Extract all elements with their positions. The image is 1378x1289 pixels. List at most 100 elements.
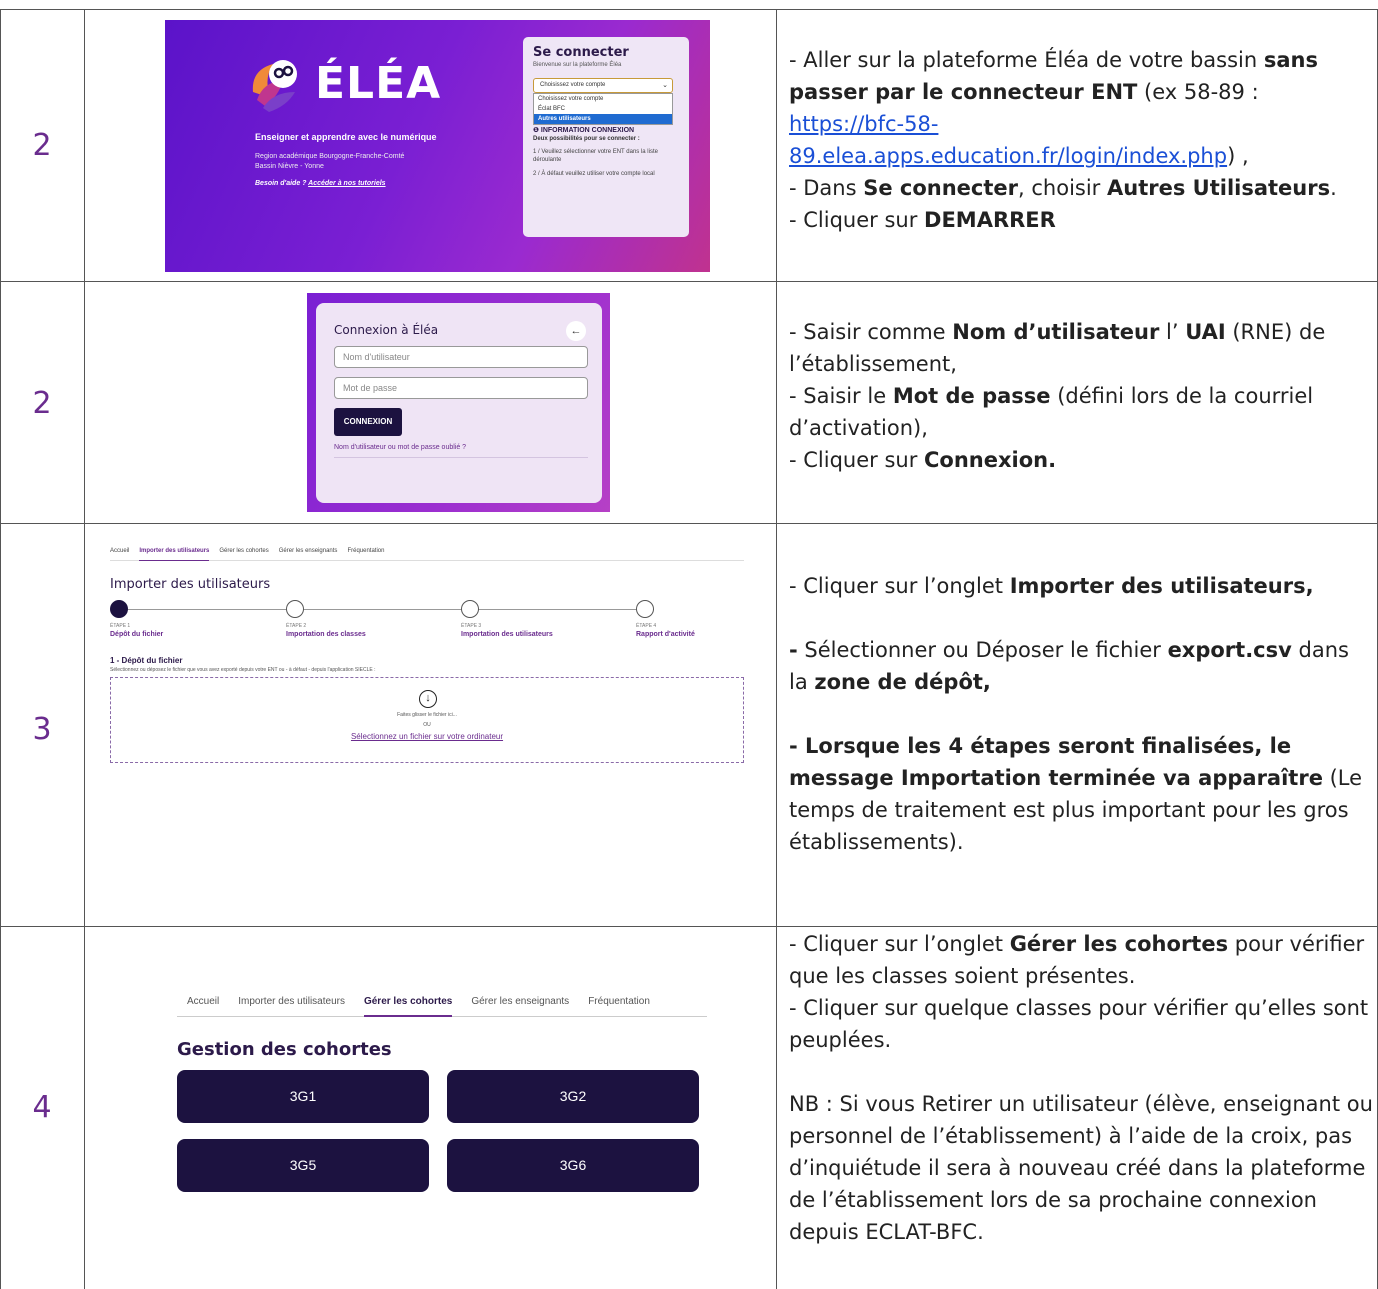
help-prefix: Besoin d'aide ? bbox=[255, 180, 309, 187]
tab-bar: Accueil Importer des utilisateurs Gérer … bbox=[110, 548, 744, 561]
divider bbox=[334, 457, 588, 458]
elea-url-link[interactable]: https://bfc-58-89.elea.apps.education.fr… bbox=[789, 112, 1227, 168]
info-line: 1 / Veuillez sélectionner votre ENT dans… bbox=[533, 149, 658, 163]
step-number: 2 bbox=[32, 128, 52, 163]
chevron-down-icon: ⌄ bbox=[662, 82, 668, 89]
instructions-row-3: - Cliquer sur l’onglet Importer des util… bbox=[789, 570, 1374, 858]
region-line: Region académique Bourgogne-Franche-Comt… bbox=[255, 153, 405, 160]
bold-text: Importer des utilisateurs, bbox=[1009, 574, 1314, 598]
column-divider bbox=[84, 9, 85, 1289]
step-number: 4 bbox=[32, 1090, 52, 1125]
step-node bbox=[461, 600, 479, 618]
bold-text: - Lorsque les 4 étapes seront finalisées… bbox=[789, 734, 1323, 790]
dropdown-option[interactable]: Éclat BFC bbox=[534, 104, 672, 114]
info-subtitle: Deux possibilités pour se connecter : bbox=[533, 136, 640, 142]
text: Sélectionner ou Déposer le fichier bbox=[797, 638, 1168, 662]
basin-line: Bassin Nièvre - Yonne bbox=[255, 163, 324, 170]
connexion-screenshot: Connexion à Éléa ← Nom d'utilisateur Mot… bbox=[307, 293, 610, 512]
cohort-button[interactable]: 3G2 bbox=[447, 1070, 699, 1123]
tab-importer[interactable]: Importer des utilisateurs bbox=[139, 548, 210, 561]
text: - Aller sur la plateforme Éléa de votre … bbox=[789, 48, 1264, 72]
cohort-button[interactable]: 3G1 bbox=[177, 1070, 429, 1123]
text: , choisir bbox=[1018, 176, 1107, 200]
text: - Cliquer sur l’onglet bbox=[789, 932, 1010, 956]
tab-cohortes[interactable]: Gérer les cohortes bbox=[363, 996, 453, 1017]
table-border-top bbox=[0, 9, 1378, 10]
tab-importer[interactable]: Importer des utilisateurs bbox=[238, 996, 345, 1007]
instruction-line: - Cliquer sur Connexion. bbox=[789, 444, 1374, 476]
instruction-line: - Sélectionner ou Déposer le fichier exp… bbox=[789, 634, 1374, 698]
text: - Saisir le bbox=[789, 384, 893, 408]
help-text: Besoin d'aide ? Accéder à nos tutoriels bbox=[255, 180, 386, 187]
import-users-screenshot: Accueil Importer des utilisateurs Gérer … bbox=[110, 548, 744, 798]
account-select-value: Choisissez votre compte bbox=[540, 82, 606, 88]
bold-text: Autres Utilisateurs bbox=[1107, 176, 1331, 200]
forgot-password-link[interactable]: Nom d'utilisateur ou mot de passe oublié… bbox=[334, 444, 584, 451]
elea-logo-text: ÉLÉA bbox=[315, 58, 442, 109]
instructions-row-2: - Saisir comme Nom d’utilisateur l’ UAI … bbox=[789, 316, 1374, 476]
login-card: Se connecter Bienvenue sur la plateforme… bbox=[523, 37, 689, 237]
username-field[interactable]: Nom d'utilisateur bbox=[334, 346, 588, 368]
instructions-row-4: - Cliquer sur l’onglet Gérer les cohorte… bbox=[789, 928, 1374, 1248]
or-text: OU bbox=[423, 722, 431, 728]
bold-text: Se connecter bbox=[863, 176, 1019, 200]
bold-text: Mot de passe bbox=[892, 384, 1051, 408]
account-dropdown: Choisissez votre compte Éclat BFC Autres… bbox=[533, 93, 673, 125]
instruction-line: - Cliquer sur DEMARRER bbox=[789, 204, 1374, 236]
step-name: Importation des utilisateurs bbox=[461, 631, 553, 638]
tab-accueil[interactable]: Accueil bbox=[187, 996, 219, 1007]
text: - Cliquer sur l’onglet bbox=[789, 574, 1010, 598]
instruction-line: - Dans Se connecter, choisir Autres Util… bbox=[789, 172, 1374, 204]
instruction-line: - Cliquer sur quelque classes pour vérif… bbox=[789, 996, 1369, 1052]
text: (ex 58-89 : bbox=[1137, 80, 1259, 104]
step-number: 2 bbox=[32, 386, 52, 421]
info-line: 2 / À défaut veuillez utiliser votre com… bbox=[533, 171, 655, 177]
bold-text: export.csv bbox=[1167, 638, 1292, 662]
step-label: ÉTAPE 2 bbox=[286, 623, 307, 629]
bold-text: UAI bbox=[1185, 320, 1226, 344]
dropdown-option[interactable]: Choisissez votre compte bbox=[534, 94, 672, 104]
step-node-done bbox=[110, 600, 128, 618]
connexion-button[interactable]: CONNEXION bbox=[334, 408, 402, 436]
tab-frequentation[interactable]: Fréquentation bbox=[588, 996, 650, 1007]
select-file-link[interactable]: Sélectionnez un fichier sur votre ordina… bbox=[111, 732, 743, 741]
step-node bbox=[636, 600, 654, 618]
bold-text: zone de dépôt, bbox=[814, 670, 991, 694]
drop-zone[interactable]: ↓ Faites glisser le fichier ici... OU Sé… bbox=[110, 677, 744, 763]
region-info: Region académique Bourgogne-Franche-Comt… bbox=[255, 152, 404, 172]
account-select[interactable]: Choisissez votre compte ⌄ bbox=[533, 78, 673, 93]
welcome-text: Bienvenue sur la plateforme Éléa bbox=[533, 62, 622, 68]
drop-hint: Faites glisser le fichier ici... bbox=[397, 712, 457, 718]
tab-bar: Accueil Importer des utilisateurs Gérer … bbox=[177, 996, 707, 1017]
instruction-line: - Cliquer sur l’onglet Gérer les cohorte… bbox=[789, 928, 1374, 992]
tutorials-link[interactable]: Accéder à nos tutoriels bbox=[308, 180, 385, 187]
step-node bbox=[286, 600, 304, 618]
dropdown-option-selected[interactable]: Autres utilisateurs bbox=[534, 114, 672, 124]
stepper-line bbox=[118, 609, 654, 610]
cohort-button[interactable]: 3G5 bbox=[177, 1139, 429, 1192]
step-label: ÉTAPE 1 bbox=[110, 623, 131, 629]
tab-accueil[interactable]: Accueil bbox=[110, 548, 129, 554]
row-divider bbox=[0, 926, 1378, 927]
cohorts-screenshot: Accueil Importer des utilisateurs Gérer … bbox=[177, 996, 707, 1196]
cohort-button[interactable]: 3G6 bbox=[447, 1139, 699, 1192]
tab-cohortes[interactable]: Gérer les cohortes bbox=[219, 548, 268, 554]
text: - Cliquer sur bbox=[789, 448, 925, 472]
elea-login-screenshot: ÉLÉA Enseigner et apprendre avec le numé… bbox=[165, 20, 710, 272]
tagline: Enseigner et apprendre avec le numérique bbox=[255, 132, 437, 142]
tab-enseignants[interactable]: Gérer les enseignants bbox=[471, 996, 569, 1007]
back-arrow-icon[interactable]: ← bbox=[566, 321, 586, 341]
row-divider bbox=[0, 281, 1378, 282]
instruction-line: - Saisir comme Nom d’utilisateur l’ UAI … bbox=[789, 316, 1374, 380]
tab-frequentation[interactable]: Fréquentation bbox=[347, 548, 384, 554]
password-field[interactable]: Mot de passe bbox=[334, 377, 588, 399]
tab-enseignants[interactable]: Gérer les enseignants bbox=[279, 548, 338, 554]
login-card-title: Se connecter bbox=[533, 45, 629, 60]
step-name: Rapport d'activité bbox=[636, 631, 695, 638]
info-title: ❶ INFORMATION CONNEXION bbox=[533, 126, 679, 134]
connexion-title: Connexion à Éléa bbox=[334, 323, 439, 337]
instruction-line: NB : Si vous Retirer un utilisateur (élè… bbox=[789, 1092, 1373, 1244]
